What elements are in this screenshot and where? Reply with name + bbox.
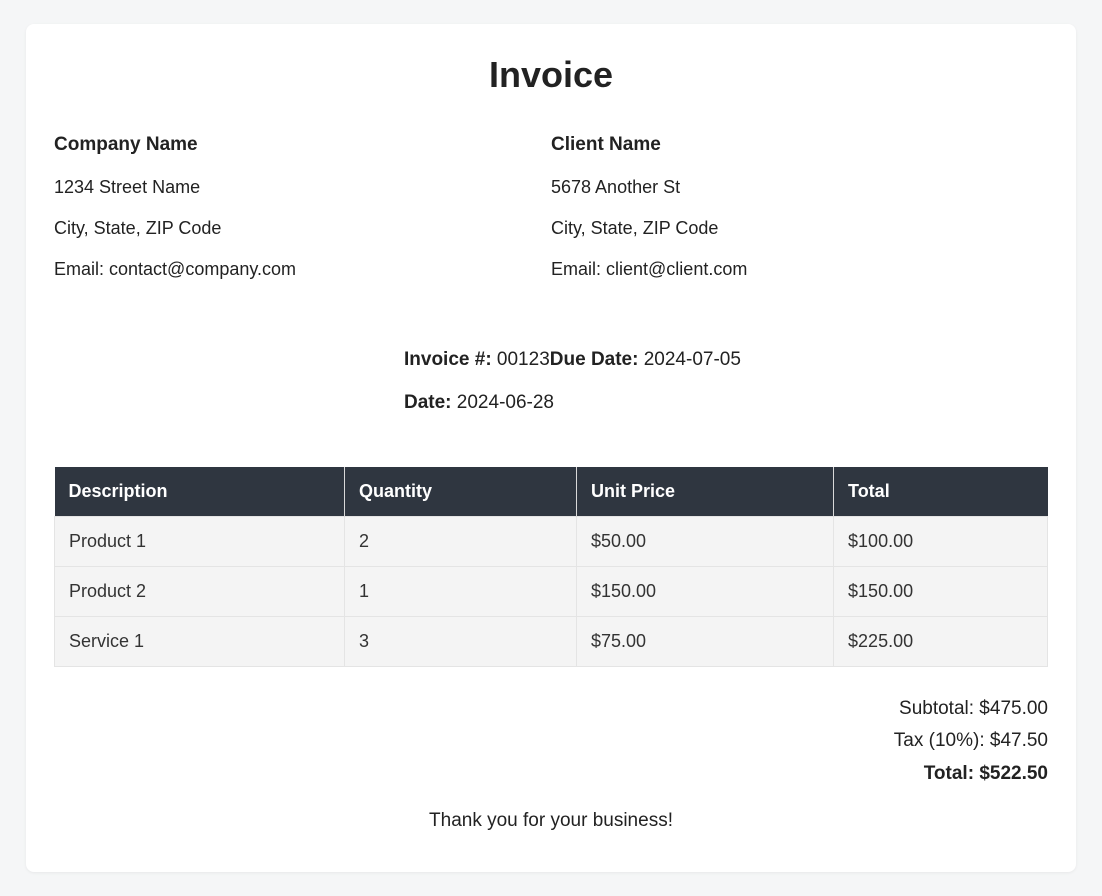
cell-unit-price: $75.00 bbox=[577, 617, 834, 667]
due-date-label: Due Date: bbox=[550, 349, 644, 370]
cell-unit-price: $50.00 bbox=[577, 517, 834, 567]
company-name: Company Name bbox=[54, 132, 551, 159]
line-items-table: Description Quantity Unit Price Total Pr… bbox=[54, 467, 1048, 667]
cell-quantity: 1 bbox=[345, 567, 577, 617]
grand-total-line: Total: $522.50 bbox=[54, 758, 1048, 790]
subtotal-line: Subtotal: $475.00 bbox=[54, 693, 1048, 725]
th-unit-price: Unit Price bbox=[577, 467, 834, 517]
cell-description: Product 2 bbox=[55, 567, 345, 617]
cell-total: $100.00 bbox=[834, 517, 1048, 567]
client-block: Client Name 5678 Another St City, State,… bbox=[551, 132, 1048, 298]
client-street: 5678 Another St bbox=[551, 175, 1048, 200]
meta-row-2: Date: 2024-06-28 bbox=[404, 389, 1048, 418]
thank-you-message: Thank you for your business! bbox=[54, 810, 1048, 832]
company-street: 1234 Street Name bbox=[54, 175, 551, 200]
table-row: Product 2 1 $150.00 $150.00 bbox=[55, 567, 1048, 617]
table-row: Service 1 3 $75.00 $225.00 bbox=[55, 617, 1048, 667]
cell-quantity: 3 bbox=[345, 617, 577, 667]
meta-row-1: Invoice #: 00123Due Date: 2024-07-05 bbox=[404, 346, 1048, 375]
client-city: City, State, ZIP Code bbox=[551, 216, 1048, 241]
parties-row: Company Name 1234 Street Name City, Stat… bbox=[54, 132, 1048, 298]
th-total: Total bbox=[834, 467, 1048, 517]
company-email: Email: contact@company.com bbox=[54, 257, 551, 282]
invoice-card: Invoice Company Name 1234 Street Name Ci… bbox=[26, 24, 1076, 872]
tax-line: Tax (10%): $47.50 bbox=[54, 725, 1048, 757]
cell-quantity: 2 bbox=[345, 517, 577, 567]
cell-unit-price: $150.00 bbox=[577, 567, 834, 617]
page-title: Invoice bbox=[54, 54, 1048, 96]
invoice-meta: Invoice #: 00123Due Date: 2024-07-05 Dat… bbox=[404, 346, 1048, 417]
cell-total: $150.00 bbox=[834, 567, 1048, 617]
invoice-number-label: Invoice #: bbox=[404, 349, 497, 370]
invoice-number-value: 00123 bbox=[497, 349, 550, 370]
client-name: Client Name bbox=[551, 132, 1048, 159]
table-row: Product 1 2 $50.00 $100.00 bbox=[55, 517, 1048, 567]
due-date-value: 2024-07-05 bbox=[644, 349, 741, 370]
table-header-row: Description Quantity Unit Price Total bbox=[55, 467, 1048, 517]
client-email: Email: client@client.com bbox=[551, 257, 1048, 282]
cell-description: Service 1 bbox=[55, 617, 345, 667]
date-value: 2024-06-28 bbox=[457, 392, 554, 413]
date-label: Date: bbox=[404, 392, 457, 413]
cell-total: $225.00 bbox=[834, 617, 1048, 667]
th-description: Description bbox=[55, 467, 345, 517]
th-quantity: Quantity bbox=[345, 467, 577, 517]
cell-description: Product 1 bbox=[55, 517, 345, 567]
company-block: Company Name 1234 Street Name City, Stat… bbox=[54, 132, 551, 298]
company-city: City, State, ZIP Code bbox=[54, 216, 551, 241]
totals-block: Subtotal: $475.00 Tax (10%): $47.50 Tota… bbox=[54, 693, 1048, 790]
